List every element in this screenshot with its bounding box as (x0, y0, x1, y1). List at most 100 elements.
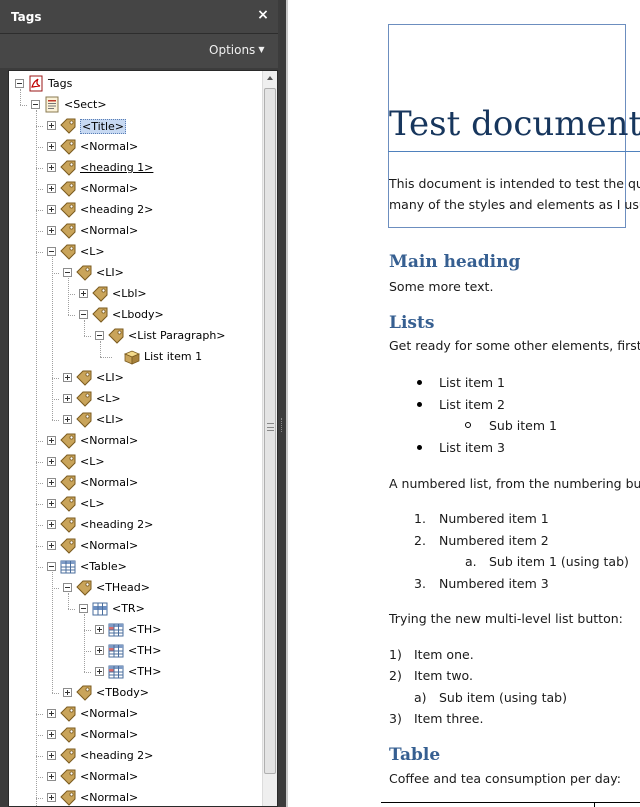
numbered-marker: 2. (414, 533, 426, 548)
table-row-icon (91, 600, 109, 617)
expand-icon[interactable] (63, 394, 72, 403)
expand-icon[interactable] (47, 541, 56, 550)
tree-item-label: <Lbl> (112, 287, 147, 300)
collapse-icon[interactable] (95, 331, 104, 340)
tree-item[interactable]: <TR> (9, 598, 262, 619)
bullet-icon (417, 402, 422, 407)
collapse-icon[interactable] (47, 247, 56, 256)
expand-icon[interactable] (47, 121, 56, 130)
tree-item[interactable]: <LI> (9, 409, 262, 430)
tree-item-label: <Normal> (80, 539, 139, 552)
tree-branch-line (84, 630, 91, 631)
tree-item[interactable]: <heading 2> (9, 745, 262, 766)
bullet-item: List item 3 (439, 440, 505, 455)
tree-item[interactable]: <Normal> (9, 703, 262, 724)
expand-icon[interactable] (47, 184, 56, 193)
tags-tree[interactable]: Tags <Sect> <Title> <Normal> <heading 1> <Nor… (9, 71, 262, 807)
expand-icon[interactable] (63, 373, 72, 382)
tree-item[interactable]: <Normal> (9, 178, 262, 199)
expand-icon[interactable] (47, 163, 56, 172)
panel-header: Tags × (0, 0, 286, 34)
expand-icon[interactable] (79, 289, 88, 298)
collapse-icon[interactable] (63, 268, 72, 277)
tree-item[interactable]: <Normal> (9, 787, 262, 807)
tree-item[interactable]: <Normal> (9, 472, 262, 493)
tree-item[interactable]: <TBody> (9, 682, 262, 703)
tree-item[interactable]: <Table> (9, 556, 262, 577)
tree-item[interactable]: <L> (9, 241, 262, 262)
expand-icon[interactable] (95, 625, 104, 634)
multilevel-intro: Trying the new multi-level list button: (389, 611, 623, 626)
tree-item[interactable]: <TH> (9, 640, 262, 661)
expand-icon[interactable] (47, 751, 56, 760)
expand-icon[interactable] (47, 478, 56, 487)
collapse-icon[interactable] (79, 604, 88, 613)
tree-item[interactable]: <Normal> (9, 766, 262, 787)
collapse-icon[interactable] (31, 100, 40, 109)
collapse-icon[interactable] (47, 562, 56, 571)
panel-title: Tags (11, 10, 42, 24)
expand-icon[interactable] (47, 772, 56, 781)
collapse-icon[interactable] (15, 79, 24, 88)
collapse-icon[interactable] (63, 583, 72, 592)
tree-item[interactable]: <Normal> (9, 220, 262, 241)
tree-item-label: <Normal> (80, 140, 139, 153)
expand-icon[interactable] (95, 667, 104, 676)
tree-item[interactable]: <Sect> (9, 94, 262, 115)
tree-item[interactable]: <L> (9, 493, 262, 514)
expand-icon[interactable] (47, 520, 56, 529)
expand-icon[interactable] (47, 205, 56, 214)
tree-item[interactable]: <TH> (9, 661, 262, 682)
tag-icon (59, 705, 77, 722)
tree-item[interactable]: <Lbody> (9, 304, 262, 325)
tag-icon (59, 432, 77, 449)
heading-table: Table (389, 745, 441, 765)
tree-item[interactable]: <heading 2> (9, 514, 262, 535)
tree-item[interactable]: <Lbl> (9, 283, 262, 304)
tree-item[interactable]: Tags (9, 73, 262, 94)
expand-icon[interactable] (47, 436, 56, 445)
close-icon[interactable]: × (256, 8, 270, 22)
tree-item[interactable]: <List Paragraph> (9, 325, 262, 346)
intro-line-2: many of the styles and elements as I usu (389, 197, 640, 212)
numbered-item: Numbered item 1 (439, 511, 549, 526)
tree-item[interactable]: <Normal> (9, 136, 262, 157)
document-view[interactable]: Test document This document is intended … (286, 0, 640, 807)
tree-item-label: <L> (80, 497, 105, 510)
tree-item-label: <Normal> (80, 728, 139, 741)
tree-item[interactable]: <heading 2> (9, 199, 262, 220)
tree-item-label: <Normal> (80, 476, 139, 489)
tree-item[interactable]: <LI> (9, 262, 262, 283)
tree-branch-line (52, 273, 59, 274)
tree-item[interactable]: <heading 1> (9, 157, 262, 178)
expand-icon[interactable] (63, 415, 72, 424)
panel-splitter[interactable] (278, 0, 286, 807)
scroll-up-arrow-icon[interactable] (263, 71, 278, 86)
expand-icon[interactable] (47, 730, 56, 739)
tag-icon (59, 537, 77, 554)
expand-icon[interactable] (63, 688, 72, 697)
chevron-down-icon: ▼ (258, 45, 265, 54)
tree-item[interactable]: <L> (9, 388, 262, 409)
expand-icon[interactable] (47, 142, 56, 151)
tree-item[interactable]: <TH> (9, 619, 262, 640)
tree-branch-line (36, 231, 43, 232)
tree-item[interactable]: <THead> (9, 577, 262, 598)
expand-icon[interactable] (47, 499, 56, 508)
options-menu-button[interactable]: Options ▼ (209, 43, 264, 57)
expand-icon[interactable] (47, 793, 56, 802)
tree-item[interactable]: <Normal> (9, 535, 262, 556)
tree-item[interactable]: <Title> (9, 115, 262, 136)
expand-icon[interactable] (47, 226, 56, 235)
tree-scrollbar[interactable] (262, 71, 277, 806)
tree-item[interactable]: <LI> (9, 367, 262, 388)
tree-item[interactable]: <Normal> (9, 724, 262, 745)
expand-icon[interactable] (47, 709, 56, 718)
scroll-thumb[interactable] (264, 88, 276, 774)
tree-item[interactable]: <L> (9, 451, 262, 472)
expand-icon[interactable] (95, 646, 104, 655)
expand-icon[interactable] (47, 457, 56, 466)
tree-item[interactable]: List item 1 (9, 346, 262, 367)
collapse-icon[interactable] (79, 310, 88, 319)
tree-item[interactable]: <Normal> (9, 430, 262, 451)
